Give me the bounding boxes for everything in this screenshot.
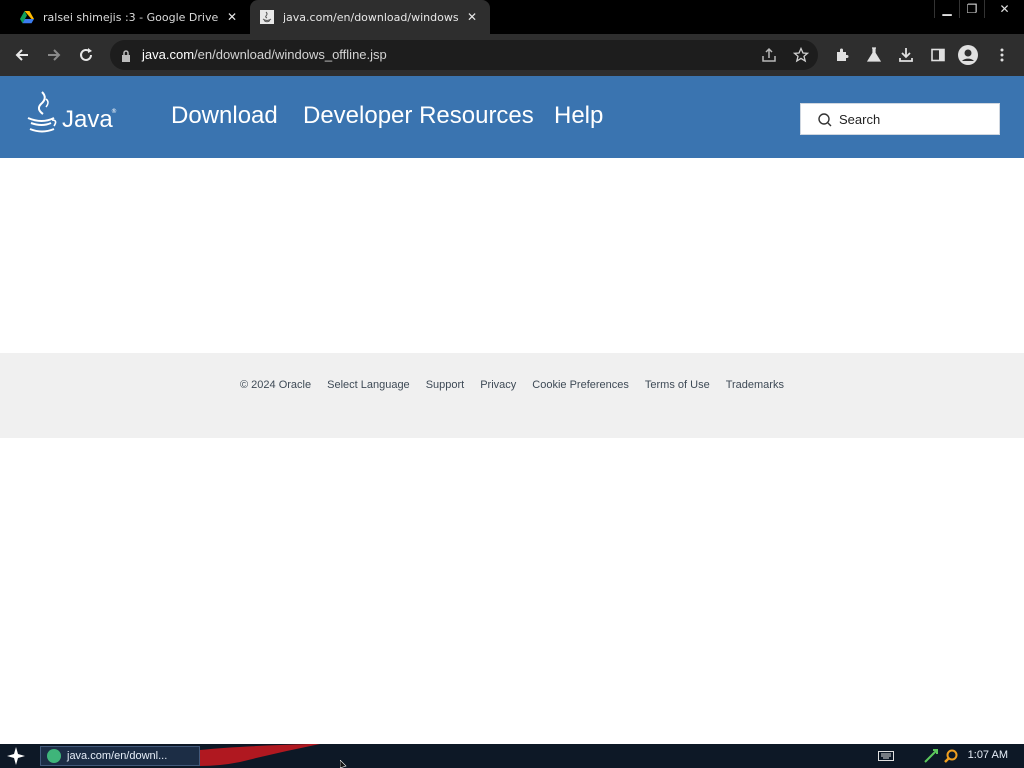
mouse-cursor-icon [340, 760, 347, 768]
reload-icon[interactable] [74, 43, 98, 67]
close-tab-icon[interactable]: ✕ [464, 9, 480, 25]
footer-link-select-language[interactable]: Select Language [327, 379, 410, 391]
start-star-icon[interactable] [4, 746, 28, 766]
footer-link-privacy[interactable]: Privacy [480, 379, 516, 391]
minimize-icon[interactable]: ▁ [934, 0, 959, 18]
bookmark-star-icon[interactable] [792, 46, 810, 64]
window-controls: ▁ ❐ ✕ [934, 0, 1024, 18]
java-logo[interactable]: Java ® [24, 90, 120, 140]
keyboard-icon[interactable] [876, 748, 896, 764]
tab-google-drive[interactable]: ralsei shimejis :3 - Google Drive ✕ [10, 0, 250, 34]
menu-dots-icon[interactable] [992, 45, 1012, 65]
search-input[interactable] [839, 109, 989, 129]
tab-strip: ralsei shimejis :3 - Google Drive ✕ java… [0, 0, 1024, 34]
restore-icon[interactable]: ❐ [959, 0, 984, 18]
footer-link-terms-of-use[interactable]: Terms of Use [645, 379, 710, 391]
tab-java-download[interactable]: java.com/en/download/windows_of ✕ [250, 0, 490, 34]
nav-developer-resources[interactable]: Developer Resources [303, 102, 534, 130]
close-window-icon[interactable]: ✕ [984, 0, 1024, 18]
nav-download[interactable]: Download [171, 102, 278, 130]
url-text[interactable]: java.com/en/download/windows_offline.jsp [142, 47, 387, 62]
site-footer: © 2024 Oracle Select Language Support Pr… [0, 353, 1024, 438]
taskbar-wallpaper-decoration [200, 744, 320, 766]
site-search-box[interactable] [800, 103, 1000, 135]
profile-avatar-icon[interactable] [958, 45, 978, 65]
site-header: Java ® Download Developer Resources Help [0, 76, 1024, 158]
footer-links: © 2024 Oracle Select Language Support Pr… [0, 379, 1024, 391]
search-icon [817, 112, 833, 128]
forward-arrow-icon[interactable] [42, 43, 66, 67]
downloads-icon[interactable] [896, 45, 916, 65]
address-bar[interactable]: java.com/en/download/windows_offline.jsp [110, 40, 818, 70]
footer-link-trademarks[interactable]: Trademarks [726, 379, 784, 391]
browser-window: ralsei shimejis :3 - Google Drive ✕ java… [0, 0, 1024, 744]
os-taskbar: java.com/en/downl... 1:07 AM [0, 744, 1024, 768]
side-panel-icon[interactable] [928, 45, 948, 65]
extensions-icon[interactable] [832, 45, 852, 65]
taskbar-task-browser[interactable]: java.com/en/downl... [40, 746, 200, 766]
share-icon[interactable] [760, 46, 778, 64]
labs-flask-icon[interactable] [864, 45, 884, 65]
logo-trademark: ® [111, 108, 117, 115]
browser-toolbar: java.com/en/download/windows_offline.jsp [0, 34, 1024, 76]
close-tab-icon[interactable]: ✕ [224, 9, 240, 25]
footer-copyright: © 2024 Oracle [240, 379, 312, 391]
back-arrow-icon[interactable] [10, 43, 34, 67]
nav-help[interactable]: Help [554, 102, 603, 130]
lock-icon[interactable] [120, 48, 132, 62]
footer-link-cookie-preferences[interactable]: Cookie Preferences [532, 379, 629, 391]
network-icon[interactable] [922, 748, 940, 764]
page-content [0, 158, 1024, 353]
google-drive-icon [20, 10, 34, 24]
search-magnifier-icon[interactable] [942, 748, 960, 764]
tab-title: ralsei shimejis :3 - Google Drive [43, 10, 218, 24]
system-clock[interactable]: 1:07 AM [968, 749, 1008, 761]
browser-globe-icon [47, 749, 61, 763]
java-icon [260, 10, 274, 24]
tab-title: java.com/en/download/windows_of [283, 10, 458, 24]
task-label: java.com/en/downl... [67, 750, 168, 762]
java-cup-icon [27, 91, 57, 133]
footer-link-support[interactable]: Support [426, 379, 465, 391]
logo-wordmark: Java [62, 106, 113, 133]
